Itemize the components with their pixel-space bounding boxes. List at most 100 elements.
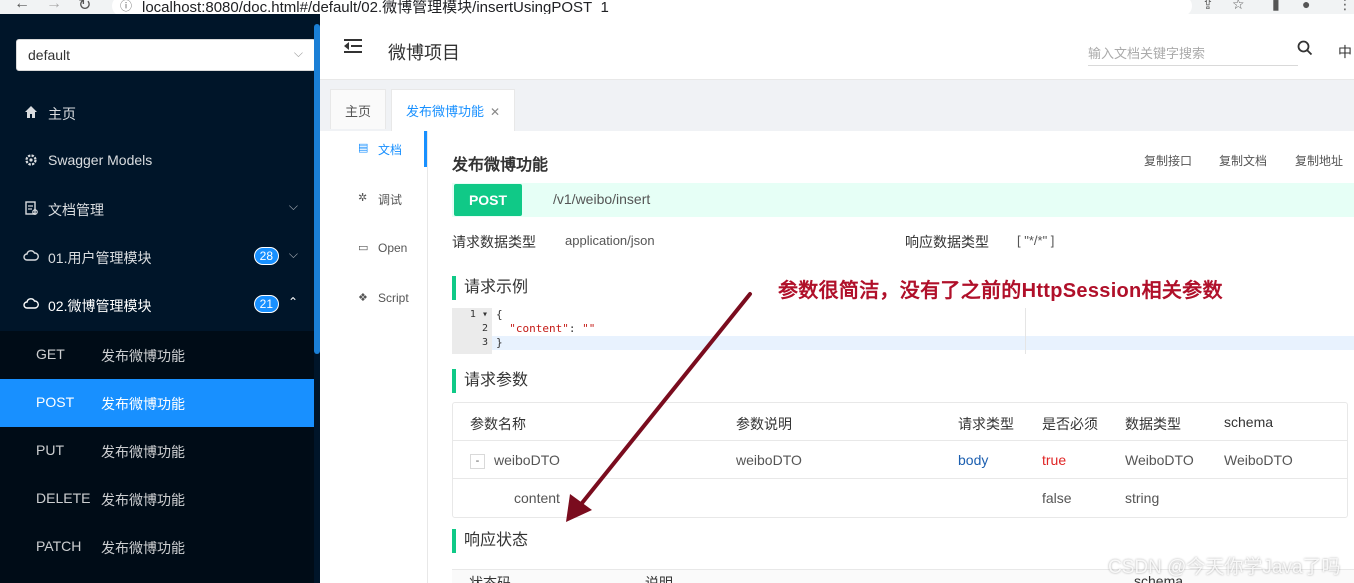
info-icon[interactable]: ⓘ [120, 0, 132, 14]
code-line: } [496, 336, 503, 349]
table-header: schema [1224, 414, 1274, 430]
vtab-label: Script [378, 291, 409, 305]
api-item-put[interactable]: PUT 发布微博功能 [0, 427, 314, 475]
star-icon[interactable]: ☆ [1232, 0, 1245, 13]
file-icon: ▭ [358, 242, 369, 254]
close-icon[interactable]: ✕ [490, 105, 500, 119]
line-number: 2 [481, 323, 488, 334]
home-icon [23, 105, 39, 121]
api-name: 发布微博功能 [101, 396, 185, 412]
table-header: 参数名称 [470, 416, 526, 432]
count-badge: 28 [253, 247, 279, 265]
request-example-code[interactable]: 1 ▾ 2 3 { "content": "" } [452, 308, 1354, 354]
watermark: CSDN @今天你学Java了吗 [1108, 557, 1341, 578]
forward-icon[interactable]: → [46, 0, 62, 13]
tab-publish-weibo[interactable]: 发布微博功能 ✕ [391, 89, 516, 131]
vtab-debug[interactable]: ✲ 调试 [330, 181, 428, 217]
line-number: 1 ▾ [469, 309, 488, 320]
reload-icon[interactable]: ↻ [78, 0, 91, 14]
sidebar-item-label: 文档管理 [48, 202, 104, 218]
tab-home[interactable]: 主页 [330, 89, 387, 129]
api-item-delete[interactable]: DELETE 发布微博功能 [0, 475, 314, 523]
active-line-highlight [492, 336, 1354, 350]
address-text: localhost:8080/doc.html#/default/02.微博管理… [142, 0, 609, 14]
language-switch[interactable]: 中 [1338, 42, 1352, 62]
sidebar-item-home[interactable]: 主页 [0, 89, 314, 137]
table-header-row: 参数名称 参数说明 请求类型 是否必须 数据类型 schema [453, 403, 1347, 441]
script-icon: ❖ [358, 292, 368, 304]
sidepanel-icon[interactable]: ▮ [1272, 0, 1280, 13]
api-item-get[interactable]: GET 发布微博功能 [0, 331, 314, 379]
copy-api-button[interactable]: 复制接口 [1144, 152, 1192, 169]
json-key: "content" [509, 322, 569, 335]
menu-fold-icon[interactable] [344, 36, 364, 56]
share-icon[interactable]: ⇪ [1202, 0, 1214, 13]
table-header: 参数说明 [736, 416, 792, 432]
param-required: true [1042, 452, 1067, 468]
api-name: 发布微博功能 [101, 444, 185, 460]
table-header: 状态码 [469, 575, 511, 583]
param-name: weiboDTO [494, 452, 560, 468]
api-name: 发布微博功能 [101, 492, 185, 508]
sidebar-item-swagger-models[interactable]: Swagger Models [0, 137, 314, 185]
sidebar-item-doc-manage[interactable]: 文档管理 ⌵ [0, 185, 314, 233]
copy-url-button[interactable]: 复制地址 [1295, 152, 1343, 169]
doc-icon: ▤ [358, 142, 369, 154]
sidebar: default ⌵ 主页 Swagger Models 文档管理 ⌵ 01.用户… [0, 14, 320, 583]
param-schema: WeiboDTO [1224, 452, 1293, 468]
vtab-label: 调试 [378, 193, 403, 207]
app-root: ← → ↻ ⓘ localhost:8080/doc.html#/default… [0, 0, 1354, 583]
table-header: 是否必须 [1042, 416, 1098, 432]
profile-icon[interactable]: ● [1302, 0, 1310, 12]
count-badge: 21 [253, 295, 279, 313]
doc-manage-icon [23, 201, 39, 217]
section-request-example: 请求示例 [452, 276, 528, 300]
doc-vertical-tabs: ▤ 文档 ✲ 调试 ▭ Open ❖ Script [330, 131, 428, 583]
browser-url-bar: ← → ↻ ⓘ localhost:8080/doc.html#/default… [0, 0, 1354, 14]
api-name: 发布微博功能 [101, 540, 185, 556]
vtab-script[interactable]: ❖ Script [330, 281, 428, 317]
bug-icon: ✲ [358, 192, 368, 204]
code-line: "content": "" [496, 322, 595, 336]
resp-type-label: 响应数据类型 [905, 234, 989, 250]
search-icon[interactable] [1296, 39, 1316, 59]
annotation-text: 参数很简洁，没有了之前的HttpSession相关参数 [778, 280, 1223, 302]
api-item-patch[interactable]: PATCH 发布微博功能 [0, 523, 314, 571]
chevron-up-icon: ⌃ [287, 295, 298, 309]
group-select[interactable]: default ⌵ [16, 39, 316, 71]
api-method: PATCH [36, 538, 82, 554]
param-required: false [1042, 490, 1072, 506]
vtab-label: Open [378, 241, 408, 255]
operation-title: 发布微博功能 [452, 157, 549, 174]
sidebar-item-weibo-module[interactable]: 02.微博管理模块 21 ⌃ [0, 281, 314, 329]
param-in: body [958, 452, 989, 468]
table-row: - weiboDTO weiboDTO body true WeiboDTO W… [453, 441, 1347, 479]
api-path: /v1/weibo/insert [553, 191, 651, 207]
collapse-toggle[interactable]: - [470, 454, 485, 469]
json-value: "" [582, 322, 596, 335]
json-sep: : [568, 322, 583, 335]
param-type: string [1125, 490, 1160, 506]
vtab-doc[interactable]: ▤ 文档 [330, 131, 428, 167]
resp-type-value: [ "*/*" ] [1017, 233, 1055, 248]
doc-search-input[interactable]: 输入文档关键字搜索 [1088, 40, 1298, 66]
table-header: 数据类型 [1125, 416, 1181, 432]
project-title: 微博项目 [388, 43, 460, 63]
method-badge: POST [454, 184, 522, 216]
print-margin [1025, 308, 1026, 354]
api-name: 发布微博功能 [101, 348, 185, 364]
method-path-bar: POST /v1/weibo/insert [452, 183, 1354, 217]
sidebar-item-user-module[interactable]: 01.用户管理模块 28 ⌵ [0, 233, 314, 281]
menu-kebab-icon[interactable]: ⋮ [1338, 0, 1352, 13]
vtab-open[interactable]: ▭ Open [330, 231, 428, 267]
api-method: POST [36, 394, 75, 410]
api-item-post[interactable]: POST 发布微博功能 [0, 379, 314, 427]
address-bar[interactable]: ⓘ localhost:8080/doc.html#/default/02.微博… [112, 0, 1192, 14]
line-number: 3 [481, 337, 488, 348]
request-params-table: 参数名称 参数说明 请求类型 是否必须 数据类型 schema - weiboD… [452, 402, 1348, 518]
section-request-params: 请求参数 [452, 369, 528, 393]
req-type-value: application/json [565, 233, 655, 248]
copy-doc-button[interactable]: 复制文档 [1219, 152, 1267, 169]
back-icon[interactable]: ← [14, 0, 30, 13]
param-type: WeiboDTO [1125, 452, 1194, 468]
